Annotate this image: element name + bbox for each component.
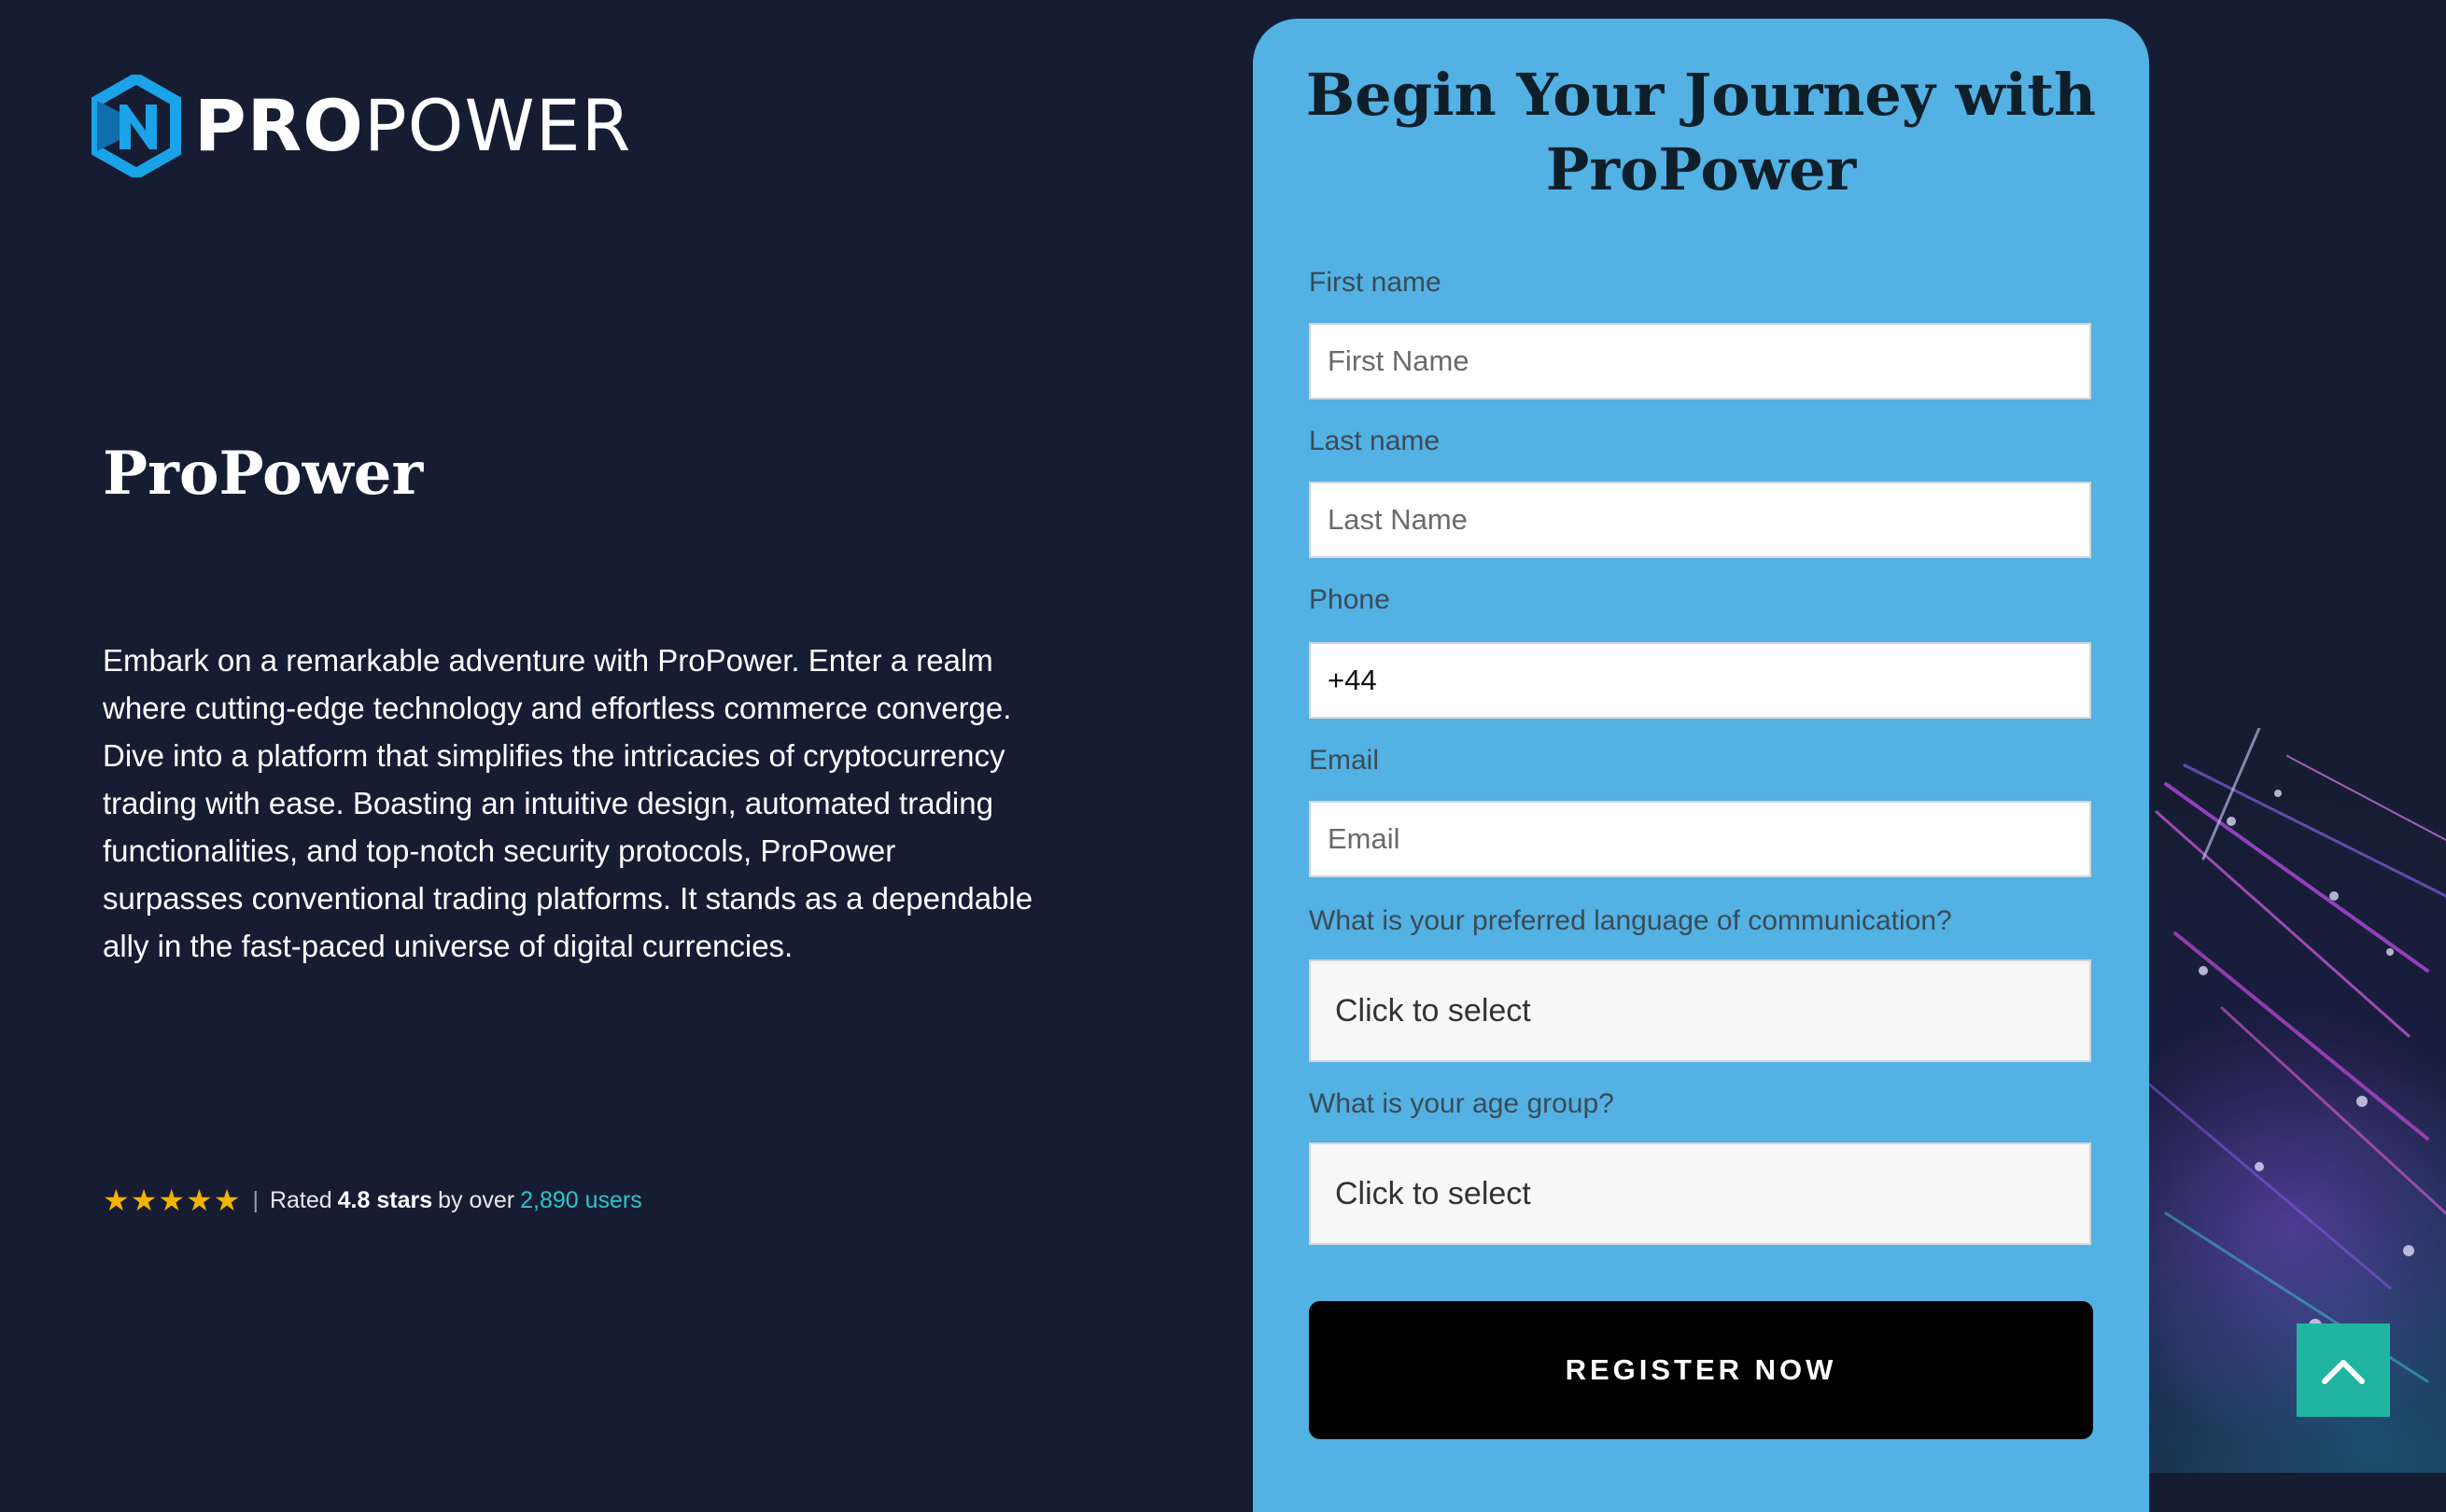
rating-stars-icon: ★★★★★	[103, 1183, 242, 1217]
rating-separator: |	[252, 1186, 259, 1213]
email-label: Email	[1309, 745, 1380, 776]
rating-by: by over	[438, 1186, 515, 1213]
language-select-value: Click to select	[1335, 992, 1531, 1029]
last-name-input[interactable]	[1309, 482, 2091, 558]
age-group-label: What is your age group?	[1309, 1088, 1614, 1119]
scroll-to-top-button[interactable]	[2297, 1323, 2390, 1417]
age-group-select[interactable]: Click to select	[1309, 1142, 2091, 1245]
rating-prefix: Rated	[269, 1186, 332, 1213]
brand-logo[interactable]: PROPOWER	[91, 75, 631, 177]
rating-score: 4.8 stars	[337, 1186, 433, 1213]
phone-input[interactable]	[1309, 642, 2091, 719]
phone-label: Phone	[1309, 584, 1390, 615]
brand-name-light: POWER	[363, 84, 632, 167]
chevron-up-icon	[2322, 1360, 2365, 1384]
propower-logo-icon	[91, 75, 181, 177]
rating-users: 2,890 users	[520, 1186, 642, 1213]
language-label: What is your preferred language of commu…	[1309, 905, 1952, 936]
hero-description: Embark on a remarkable adventure with Pr…	[103, 643, 1033, 963]
email-input[interactable]	[1309, 801, 2091, 877]
registration-form-card: Begin Your Journey with ProPower First n…	[1253, 19, 2149, 1512]
language-select[interactable]: Click to select	[1309, 959, 2091, 1062]
age-group-select-value: Click to select	[1335, 1175, 1531, 1211]
last-name-label: Last name	[1309, 426, 1441, 456]
rating-summary: ★★★★★ | Rated 4.8 stars by over 2,890 us…	[103, 1185, 642, 1215]
brand-name: PROPOWER	[194, 91, 631, 161]
first-name-label: First name	[1309, 267, 1441, 298]
form-title: Begin Your Journey with ProPower	[1305, 61, 2097, 203]
register-now-button[interactable]: REGISTER NOW	[1309, 1301, 2093, 1439]
first-name-input[interactable]	[1309, 323, 2091, 399]
brand-name-bold: PRO	[194, 84, 364, 167]
hero-title: ProPower	[103, 439, 424, 509]
